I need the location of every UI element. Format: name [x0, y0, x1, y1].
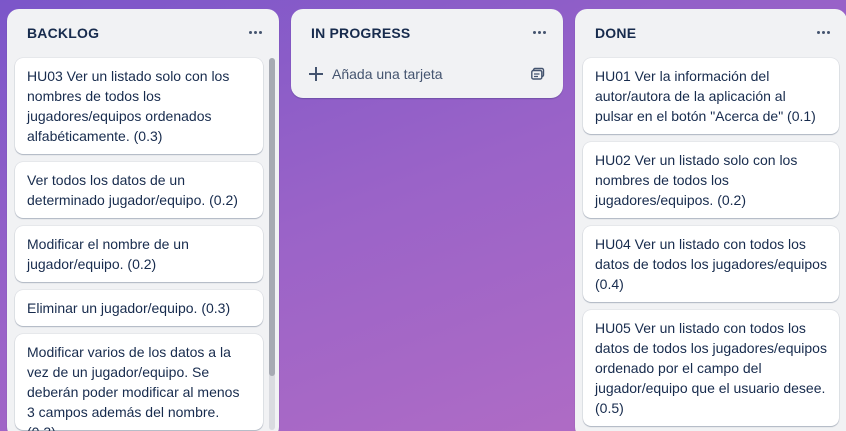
list-menu-button[interactable]: [243, 21, 267, 43]
list-backlog: BACKLOG HU03 Ver un listado solo con los…: [7, 9, 279, 431]
card-title: HU04 Ver un listado con todos los datos …: [595, 236, 827, 292]
card-hu01[interactable]: HU01 Ver la información del autor/autora…: [583, 58, 839, 134]
list-header: IN PROGRESS: [291, 9, 563, 57]
plus-icon: [309, 67, 323, 81]
more-horizontal-icon: [816, 30, 830, 34]
card-ver-datos[interactable]: Ver todos los datos de un determinado ju…: [15, 162, 263, 218]
card-title: Modificar el nombre de un jugador/equipo…: [27, 236, 189, 272]
scrollbar-thumb[interactable]: [269, 58, 275, 376]
list-header: DONE: [575, 9, 846, 57]
list-menu-button[interactable]: [811, 21, 835, 43]
card-modificar-varios[interactable]: Modificar varios de los datos a la vez d…: [15, 334, 263, 431]
list-in-progress: IN PROGRESS Añada una tarjeta: [291, 9, 563, 98]
card-title: Ver todos los datos de un determinado ju…: [27, 172, 238, 208]
card-hu04[interactable]: HU04 Ver un listado con todos los datos …: [583, 226, 839, 302]
list-scrollbar[interactable]: [269, 58, 275, 430]
card-template-icon[interactable]: [531, 67, 545, 81]
card-hu03[interactable]: HU03 Ver un listado solo con los nombres…: [15, 58, 263, 154]
card-hu05[interactable]: HU05 Ver un listado con todos los datos …: [583, 310, 839, 426]
list-done: DONE HU01 Ver la información del autor/a…: [575, 9, 846, 431]
card-modificar-nombre[interactable]: Modificar el nombre de un jugador/equipo…: [15, 226, 263, 282]
card-title: HU03 Ver un listado solo con los nombres…: [27, 68, 230, 144]
card-title: HU01 Ver la información del autor/autora…: [595, 68, 816, 124]
list-title[interactable]: DONE: [595, 25, 636, 41]
add-card-button[interactable]: Añada una tarjeta: [299, 58, 545, 90]
card-title: Modificar varios de los datos a la vez d…: [27, 344, 240, 431]
list-title[interactable]: IN PROGRESS: [311, 25, 410, 41]
card-title: HU05 Ver un listado con todos los datos …: [595, 320, 827, 416]
card-title: Eliminar un jugador/equipo. (0.3): [27, 300, 231, 316]
list-title[interactable]: BACKLOG: [27, 25, 99, 41]
card-hu02[interactable]: HU02 Ver un listado solo con los nombres…: [583, 142, 839, 218]
list-header: BACKLOG: [7, 9, 279, 57]
more-horizontal-icon: [532, 30, 546, 34]
more-horizontal-icon: [248, 30, 262, 34]
list-menu-button[interactable]: [527, 21, 551, 43]
add-card-label: Añada una tarjeta: [332, 66, 443, 82]
card-title: HU02 Ver un listado solo con los nombres…: [595, 152, 798, 208]
card-eliminar[interactable]: Eliminar un jugador/equipo. (0.3): [15, 290, 263, 326]
